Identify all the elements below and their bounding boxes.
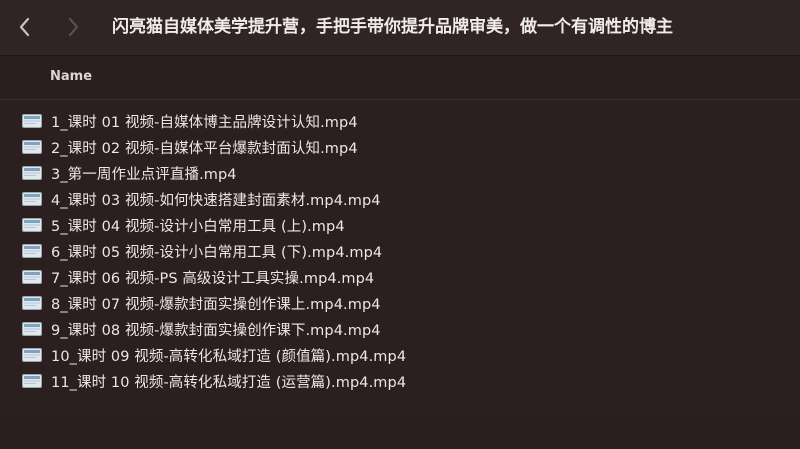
back-button[interactable]	[10, 12, 40, 42]
video-file-icon	[22, 140, 42, 154]
finder-window: 闪亮猫自媒体美学提升营，手把手带你提升品牌审美，做一个有调性的博主 Name 1…	[0, 0, 800, 449]
list-header: Name	[0, 56, 800, 100]
toolbar: 闪亮猫自媒体美学提升营，手把手带你提升品牌审美，做一个有调性的博主	[0, 0, 800, 56]
file-name: 2_课时 02 视频-自媒体平台爆款封面认知.mp4	[51, 140, 358, 157]
file-name: 7_课时 06 视频-PS 高级设计工具实操.mp4.mp4	[51, 270, 375, 287]
chevron-left-icon	[19, 17, 30, 37]
forward-button[interactable]	[58, 12, 88, 42]
file-row[interactable]: 7_课时 06 视频-PS 高级设计工具实操.mp4.mp4	[0, 264, 800, 290]
file-name: 9_课时 08 视频-爆款封面实操创作课下.mp4.mp4	[51, 322, 381, 339]
file-row[interactable]: 5_课时 04 视频-设计小白常用工具 (上).mp4	[0, 212, 800, 238]
video-file-icon	[22, 270, 42, 284]
file-row[interactable]: 2_课时 02 视频-自媒体平台爆款封面认知.mp4	[0, 134, 800, 160]
file-row[interactable]: 11_课时 10 视频-高转化私域打造 (运营篇).mp4.mp4	[0, 368, 800, 394]
column-header-name[interactable]: Name	[50, 69, 92, 84]
video-file-icon	[22, 348, 42, 362]
file-row[interactable]: 1_课时 01 视频-自媒体博主品牌设计认知.mp4	[0, 108, 800, 134]
file-row[interactable]: 3_第一周作业点评直播.mp4	[0, 160, 800, 186]
file-row[interactable]: 9_课时 08 视频-爆款封面实操创作课下.mp4.mp4	[0, 316, 800, 342]
file-name: 6_课时 05 视频-设计小白常用工具 (下).mp4.mp4	[51, 244, 383, 261]
file-name: 1_课时 01 视频-自媒体博主品牌设计认知.mp4	[51, 114, 358, 131]
file-name: 8_课时 07 视频-爆款封面实操创作课上.mp4.mp4	[51, 296, 381, 313]
video-file-icon	[22, 244, 42, 258]
video-file-icon	[22, 218, 42, 232]
window-title: 闪亮猫自媒体美学提升营，手把手带你提升品牌审美，做一个有调性的博主	[112, 17, 673, 37]
file-row[interactable]: 6_课时 05 视频-设计小白常用工具 (下).mp4.mp4	[0, 238, 800, 264]
file-name: 3_第一周作业点评直播.mp4	[51, 166, 237, 183]
file-name: 5_课时 04 视频-设计小白常用工具 (上).mp4	[51, 218, 345, 235]
video-file-icon	[22, 114, 42, 128]
file-name: 11_课时 10 视频-高转化私域打造 (运营篇).mp4.mp4	[51, 374, 407, 391]
file-list: 1_课时 01 视频-自媒体博主品牌设计认知.mp4 2_课时 02 视频-自媒…	[0, 108, 800, 394]
bottom-area	[0, 413, 800, 449]
video-file-icon	[22, 166, 42, 180]
video-file-icon	[22, 192, 42, 206]
video-file-icon	[22, 322, 42, 336]
file-row[interactable]: 10_课时 09 视频-高转化私域打造 (颜值篇).mp4.mp4	[0, 342, 800, 368]
file-row[interactable]: 8_课时 07 视频-爆款封面实操创作课上.mp4.mp4	[0, 290, 800, 316]
video-file-icon	[22, 296, 42, 310]
file-name: 10_课时 09 视频-高转化私域打造 (颜值篇).mp4.mp4	[51, 348, 407, 365]
video-file-icon	[22, 374, 42, 388]
chevron-right-icon	[68, 17, 79, 37]
file-name: 4_课时 03 视频-如何快速搭建封面素材.mp4.mp4	[51, 192, 381, 209]
file-row[interactable]: 4_课时 03 视频-如何快速搭建封面素材.mp4.mp4	[0, 186, 800, 212]
